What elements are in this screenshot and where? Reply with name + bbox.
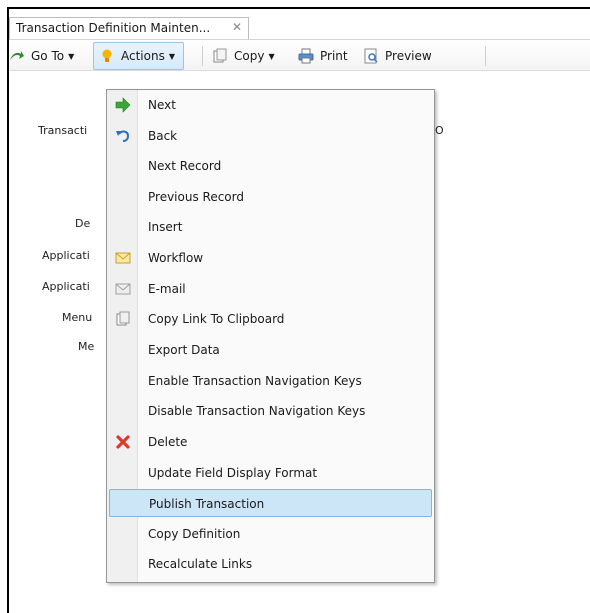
menu-item-label: Copy Definition (148, 527, 241, 541)
lightbulb-icon (99, 48, 115, 64)
tab-transaction-definition[interactable]: Transaction Definition Mainten... ✕ (9, 17, 249, 39)
menu-item-previous-record[interactable]: Previous Record (109, 183, 432, 211)
preview-label: Preview (385, 49, 432, 63)
transaction-value-partial: O (435, 124, 444, 137)
menu-item-export-data[interactable]: Export Data (109, 336, 432, 364)
menu-item-enable-nav-keys[interactable]: Enable Transaction Navigation Keys (109, 367, 432, 395)
menu-item-update-field-display-format[interactable]: Update Field Display Format (109, 459, 432, 487)
actions-label: Actions (121, 49, 165, 63)
print-button[interactable]: Print (298, 46, 348, 66)
window-frame: Transaction Definition Mainten... ✕ Go T… (7, 7, 590, 613)
menu-item-label: Update Field Display Format (148, 466, 318, 480)
menu-item-workflow[interactable]: Workflow (109, 244, 432, 272)
menu-item-label: Enable Transaction Navigation Keys (148, 374, 362, 388)
email-icon (114, 280, 132, 298)
goto-label: Go To (31, 49, 65, 63)
menu-item-label: E-mail (148, 282, 186, 296)
actions-dropdown-menu: Next Back Next Record Previous Record In… (106, 89, 435, 583)
menu-item-label: Previous Record (148, 190, 244, 204)
menu-item-label: Next (148, 98, 176, 112)
arrow-right-icon (114, 96, 132, 114)
menu-item-label: Insert (148, 220, 183, 234)
form-label-transaction: Transacti (38, 124, 88, 137)
menu-item-delete[interactable]: Delete (109, 428, 432, 456)
close-icon[interactable]: ✕ (232, 20, 242, 34)
preview-button[interactable]: Preview (363, 46, 432, 66)
envelope-icon (114, 249, 132, 267)
menu-item-next-record[interactable]: Next Record (109, 152, 432, 180)
menu-item-back[interactable]: Back (109, 122, 432, 150)
menu-item-label: Recalculate Links (148, 557, 253, 571)
actions-button[interactable]: Actions ▼ (93, 42, 184, 70)
form-label-menu: Menu (62, 311, 93, 324)
menu-item-disable-nav-keys[interactable]: Disable Transaction Navigation Keys (109, 397, 432, 425)
toolbar-divider (485, 46, 486, 66)
chevron-down-icon: ▼ (168, 51, 175, 61)
chevron-down-icon: ▼ (268, 51, 275, 61)
menu-item-email[interactable]: E-mail (109, 275, 432, 303)
undo-icon (114, 127, 132, 145)
tab-strip: Transaction Definition Mainten... ✕ (9, 9, 590, 40)
menu-item-recalculate-links[interactable]: Recalculate Links (109, 550, 432, 578)
menu-item-insert[interactable]: Insert (109, 213, 432, 241)
menu-item-label: Export Data (148, 343, 220, 357)
menu-item-publish-transaction[interactable]: Publish Transaction (109, 489, 432, 517)
delete-x-icon (114, 433, 132, 451)
copy-label: Copy (234, 49, 265, 63)
menu-item-label: Publish Transaction (149, 497, 265, 511)
menu-item-copy-link[interactable]: Copy Link To Clipboard (109, 305, 432, 333)
form-label-application-1: Applicati (42, 249, 90, 262)
clipboard-icon (114, 310, 132, 328)
menu-item-label: Copy Link To Clipboard (148, 312, 285, 326)
menu-item-label: Delete (148, 435, 188, 449)
tab-title: Transaction Definition Mainten... (16, 21, 211, 35)
preview-icon (363, 48, 379, 64)
printer-icon (298, 48, 314, 64)
copy-icon (212, 48, 228, 64)
form-label-me: Me (78, 340, 95, 353)
menu-item-label: Back (148, 129, 178, 143)
goto-arrow-icon (9, 48, 25, 64)
form-label-description: De (75, 217, 91, 230)
form-label-application-2: Applicati (42, 280, 90, 293)
print-label: Print (320, 49, 348, 63)
toolbar-divider (202, 46, 203, 66)
goto-button[interactable]: Go To ▼ (9, 46, 74, 66)
menu-item-label: Workflow (148, 251, 204, 265)
chevron-down-icon: ▼ (68, 51, 75, 61)
menu-item-copy-definition[interactable]: Copy Definition (109, 520, 432, 548)
menu-item-label: Disable Transaction Navigation Keys (148, 404, 366, 418)
toolbar: Go To ▼ Actions ▼ Copy ▼ Print Preview (9, 40, 590, 71)
menu-item-label: Next Record (148, 159, 222, 173)
copy-button[interactable]: Copy ▼ (212, 46, 275, 66)
menu-item-next[interactable]: Next (109, 91, 432, 119)
